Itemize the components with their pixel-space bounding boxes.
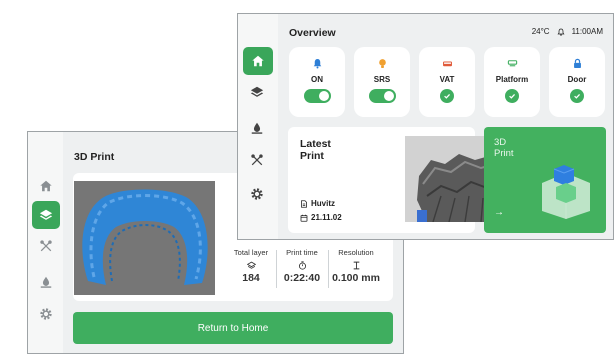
status-tile-platform: Platform (484, 47, 540, 117)
latest-print-title: Latest Print (300, 138, 331, 162)
overview-window: Overview 24°C 11:00AM ON SRS VAT Platfor… (237, 13, 614, 240)
stat-label: Total layer (233, 248, 269, 257)
home-icon (252, 55, 264, 67)
document-icon (301, 199, 307, 208)
tile-label: ON (311, 75, 323, 84)
calendar-icon (300, 214, 308, 222)
divider (276, 250, 277, 288)
dental-arch-model (82, 189, 208, 285)
vat-ok-check (440, 89, 454, 103)
sidebar-tools-button[interactable] (32, 232, 60, 260)
tools-icon (251, 154, 263, 166)
stat-label: Resolution (338, 248, 374, 257)
stat-value: 184 (242, 272, 260, 284)
gear-icon (40, 308, 52, 320)
status-tile-on: ON (289, 47, 345, 117)
sidebar-resin-button[interactable] (243, 114, 271, 142)
home-icon (40, 180, 52, 192)
sidebar-tools-button[interactable] (243, 146, 271, 174)
temperature-readout: 24°C (531, 27, 550, 36)
stat-resolution: Resolution 0.100 mm (330, 248, 382, 290)
bulb-icon (378, 58, 386, 68)
print-sidebar (28, 132, 63, 353)
divider (328, 250, 329, 288)
cube-illustration (542, 165, 590, 219)
latest-print-card[interactable]: Latest Print Huvitz 21.11.02 (288, 127, 517, 233)
vat-icon (442, 60, 452, 66)
status-tile-door: Door (549, 47, 605, 117)
arrow-right-icon: → (494, 207, 504, 218)
page-title: Overview (289, 27, 336, 39)
check-icon (509, 93, 516, 99)
sidebar-resin-button[interactable] (32, 268, 60, 296)
stat-value: 0.100 mm (332, 272, 380, 284)
tile-label: VAT (439, 75, 455, 84)
start-card-title: 3D Print (494, 137, 514, 159)
print-stats: Total layer 184 Print time 0:22:40 Resol… (228, 248, 380, 290)
page-title: 3D Print (74, 151, 115, 163)
tools-icon (40, 240, 52, 252)
start-3d-print-card[interactable]: 3D Print → (484, 127, 606, 233)
latest-print-user: Huvitz (300, 199, 335, 208)
model-preview[interactable] (74, 181, 215, 295)
stat-total-layer: Total layer 184 (228, 248, 274, 290)
stat-label: Print time (286, 248, 318, 257)
latest-print-date: 21.11.02 (300, 213, 342, 222)
platform-icon (507, 59, 517, 66)
sidebar-home-button[interactable] (32, 172, 60, 200)
status-bar: 24°C 11:00AM (532, 27, 603, 36)
resin-drop-icon (251, 122, 263, 134)
tile-label: Platform (495, 75, 529, 84)
gear-icon (251, 188, 263, 200)
sidebar-settings-button[interactable] (32, 300, 60, 328)
srs-toggle[interactable] (368, 89, 396, 103)
layers-icon (39, 209, 53, 220)
check-icon (574, 93, 581, 99)
sidebar-layers-button[interactable] (243, 78, 271, 106)
platform-ok-check (505, 89, 519, 103)
layers-icon (246, 261, 256, 269)
tile-label: Door (567, 75, 587, 84)
power-toggle[interactable] (303, 89, 331, 103)
stat-print-time: Print time 0:22:40 (278, 248, 326, 290)
timer-icon (298, 260, 306, 270)
sidebar-layers-button[interactable] (32, 201, 60, 229)
door-ok-check (570, 89, 584, 103)
return-to-home-button[interactable]: Return to Home (73, 312, 393, 344)
status-tile-srs: SRS (354, 47, 410, 117)
sidebar-settings-button[interactable] (243, 180, 271, 208)
clock-readout: 11:00AM (571, 27, 603, 36)
status-tile-vat: VAT (419, 47, 475, 117)
resolution-icon (353, 261, 359, 269)
sidebar-home-button[interactable] (243, 47, 273, 75)
tile-label: SRS (373, 75, 391, 84)
lock-icon (573, 58, 581, 68)
bell-icon[interactable] (557, 28, 565, 36)
check-icon (444, 93, 451, 99)
layers-icon (250, 86, 264, 97)
stat-value: 0:22:40 (283, 272, 321, 284)
bell-icon (313, 58, 321, 68)
resin-drop-icon (40, 276, 52, 288)
overview-sidebar (238, 14, 278, 239)
